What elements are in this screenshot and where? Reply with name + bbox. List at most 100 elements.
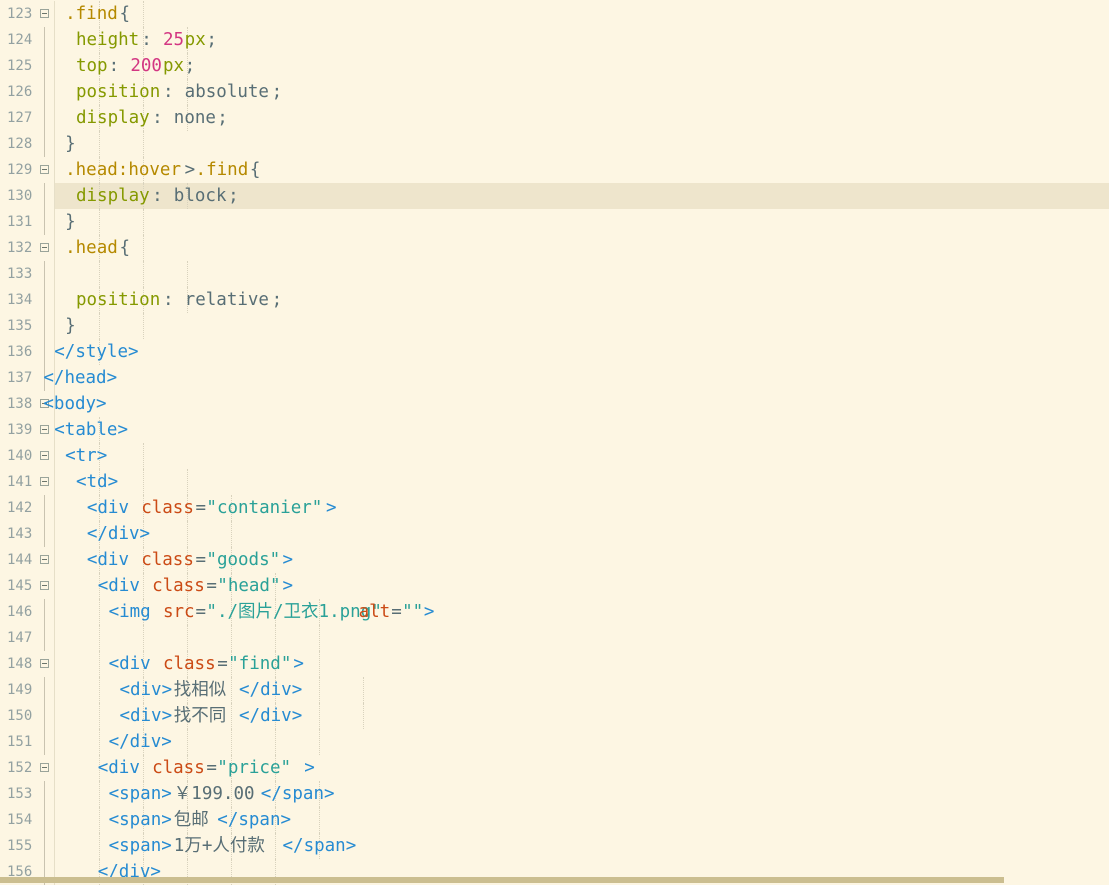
- code-content[interactable]: <td>: [55, 469, 1109, 495]
- code-content[interactable]: <div class = "price" >: [55, 755, 1109, 781]
- fold-range-marker: [44, 339, 45, 365]
- code-content[interactable]: <span> ￥199.00 </span>: [55, 781, 1109, 807]
- code-line[interactable]: 142 <div class = "contanier" >: [0, 495, 1109, 521]
- code-content[interactable]: [55, 261, 1109, 287]
- fold-toggle-icon[interactable]: [40, 659, 49, 668]
- code-content[interactable]: <div class = "find" >: [55, 651, 1109, 677]
- code-line[interactable]: 134 position: relative;: [0, 287, 1109, 313]
- fold-toggle-icon[interactable]: [40, 451, 49, 460]
- code-token: 25: [162, 30, 185, 50]
- code-line[interactable]: 128}: [0, 131, 1109, 157]
- code-line[interactable]: 146 <img src = "./图片/卫衣1.png" alt = "" >: [0, 599, 1109, 625]
- code-token: class: [141, 498, 194, 518]
- code-line[interactable]: 144 <div class = "goods" >: [0, 547, 1109, 573]
- code-content[interactable]: position: absolute;: [55, 79, 1109, 105]
- code-content[interactable]: </head>: [43, 365, 1109, 391]
- fold-toggle-icon[interactable]: [40, 763, 49, 772]
- code-content[interactable]: .head:hover > .find{: [55, 157, 1109, 183]
- code-line[interactable]: 138 <body>: [0, 391, 1109, 417]
- code-line[interactable]: 147: [0, 625, 1109, 651]
- gutter: 129: [0, 157, 55, 183]
- code-line[interactable]: 123 .find{: [0, 1, 1109, 27]
- code-line[interactable]: 124 height:25 px;: [0, 27, 1109, 53]
- code-token: <div: [86, 550, 129, 570]
- code-content[interactable]: </div>: [55, 521, 1109, 547]
- code-editor[interactable]: 123 .find{124 height:25 px; 125 top:200 px; 126…: [0, 1, 1109, 885]
- indent-guide: [99, 651, 101, 677]
- fold-toggle-icon[interactable]: [40, 581, 49, 590]
- code-line[interactable]: 133: [0, 261, 1109, 287]
- code-content[interactable]: }: [55, 131, 1109, 157]
- code-content[interactable]: }: [55, 313, 1109, 339]
- code-token: =: [195, 550, 207, 570]
- gutter: 139: [0, 417, 55, 443]
- code-token: 1万+人付款: [173, 836, 265, 856]
- code-line[interactable]: 148 <div class = "find" >: [0, 651, 1109, 677]
- code-content[interactable]: <span> 包邮 </span>: [55, 807, 1109, 833]
- code-line[interactable]: 127 display: none;: [0, 105, 1109, 131]
- code-content[interactable]: <body>: [43, 391, 1109, 417]
- code-line[interactable]: 126 position: absolute;: [0, 79, 1109, 105]
- code-content[interactable]: <div class = "goods" >: [55, 547, 1109, 573]
- code-line[interactable]: 140 <tr>: [0, 443, 1109, 469]
- code-content[interactable]: <tr>: [55, 443, 1109, 469]
- code-token: >: [282, 576, 294, 596]
- code-content[interactable]: <div class = "head" >: [55, 573, 1109, 599]
- code-content[interactable]: <div> 找相似 </div>: [55, 677, 1109, 703]
- code-line[interactable]: 129 .head:hover > .find{: [0, 157, 1109, 183]
- gutter: 151: [0, 729, 55, 755]
- code-content[interactable]: .find{: [55, 1, 1109, 27]
- fold-range-marker: [44, 261, 45, 287]
- code-token: "find": [228, 654, 292, 674]
- code-content[interactable]: display: none;: [55, 105, 1109, 131]
- fold-toggle-icon[interactable]: [40, 555, 49, 564]
- code-content[interactable]: height:25 px;: [55, 27, 1109, 53]
- fold-toggle-icon[interactable]: [40, 9, 49, 18]
- code-content[interactable]: <span> 1万+人付款 </span>: [55, 833, 1109, 859]
- indent-guide: [143, 209, 145, 235]
- code-content[interactable]: display: block;: [55, 183, 1109, 209]
- code-content[interactable]: <div> 找不同 </div>: [55, 703, 1109, 729]
- code-line[interactable]: 151 </div>: [0, 729, 1109, 755]
- code-line[interactable]: 139 <table>: [0, 417, 1109, 443]
- code-line[interactable]: 154 <span> 包邮 </span>: [0, 807, 1109, 833]
- code-line[interactable]: 135}: [0, 313, 1109, 339]
- code-content[interactable]: </style>: [54, 339, 1109, 365]
- fold-toggle-icon[interactable]: [40, 243, 49, 252]
- code-line[interactable]: 130 display: block;: [0, 183, 1109, 209]
- code-line[interactable]: 131}: [0, 209, 1109, 235]
- fold-toggle-icon[interactable]: [40, 425, 49, 434]
- code-line[interactable]: 125 top:200 px;: [0, 53, 1109, 79]
- line-number: 150: [7, 708, 33, 724]
- indent-guide: [231, 521, 233, 547]
- gutter: 140: [0, 443, 55, 469]
- code-line[interactable]: 152 <div class = "price" >: [0, 755, 1109, 781]
- code-token: =: [206, 576, 217, 596]
- gutter: 153: [0, 781, 55, 807]
- code-line[interactable]: 137 </head>: [0, 365, 1109, 391]
- code-content[interactable]: </div>: [55, 729, 1109, 755]
- fold-toggle-icon[interactable]: [40, 165, 49, 174]
- code-line[interactable]: 136 </style>: [0, 339, 1109, 365]
- code-content[interactable]: top:200 px;: [55, 53, 1109, 79]
- code-content[interactable]: .head{: [55, 235, 1109, 261]
- code-content[interactable]: <table>: [54, 417, 1109, 443]
- code-content[interactable]: <img src = "./图片/卫衣1.png" alt = "" >: [55, 599, 1109, 625]
- code-line[interactable]: 155 <span> 1万+人付款 </span>: [0, 833, 1109, 859]
- gutter: 132: [0, 235, 55, 261]
- code-content[interactable]: [55, 625, 1109, 651]
- line-number: 130: [7, 188, 33, 204]
- code-line[interactable]: 149 <div> 找相似 </div>: [0, 677, 1109, 703]
- horizontal-scrollbar[interactable]: [0, 877, 1004, 883]
- fold-toggle-icon[interactable]: [40, 477, 49, 486]
- code-content[interactable]: position: relative;: [55, 287, 1109, 313]
- code-line[interactable]: 145 <div class = "head" >: [0, 573, 1109, 599]
- code-line[interactable]: 141 <td>: [0, 469, 1109, 495]
- indent-guide: [99, 833, 101, 859]
- code-content[interactable]: <div class = "contanier" >: [55, 495, 1109, 521]
- code-line[interactable]: 143 </div>: [0, 521, 1109, 547]
- code-line[interactable]: 132 .head{: [0, 235, 1109, 261]
- code-line[interactable]: 153 <span> ￥199.00 </span>: [0, 781, 1109, 807]
- code-content[interactable]: }: [55, 209, 1109, 235]
- code-line[interactable]: 150 <div> 找不同 </div>: [0, 703, 1109, 729]
